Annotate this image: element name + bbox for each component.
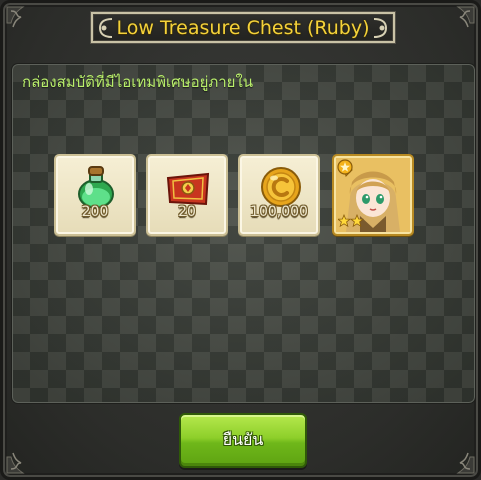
dialog-title: Low Treasure Chest (Ruby): [116, 16, 370, 39]
reward-item[interactable]: 200: [54, 154, 136, 236]
confirm-button-label: ยืนยัน: [222, 430, 264, 449]
title-plate: Low Treasure Chest (Ruby): [91, 12, 395, 43]
red-ticket-icon: [166, 172, 210, 206]
corner-ornament-icon: [6, 6, 25, 28]
confirm-button[interactable]: ยืนยัน: [179, 413, 307, 468]
gold-coin-icon: [261, 167, 301, 207]
reward-item[interactable]: 20: [146, 154, 228, 236]
reward-quantity: 200: [81, 204, 109, 220]
corner-ornament-icon: [6, 452, 25, 474]
corner-ornament-icon: [456, 452, 475, 474]
reward-dialog: Low Treasure Chest (Ruby) กล่องสมบัติที่…: [0, 0, 481, 480]
chest-description: กล่องสมบัติที่มีไอเทมพิเศษอยู่ภายใน: [22, 73, 254, 91]
element-badge-icon: [337, 159, 353, 175]
reward-list: 200 20 100,000: [54, 154, 415, 238]
reward-item[interactable]: 100,000: [238, 154, 320, 236]
star-rating-icon: [338, 214, 364, 228]
scroll-ornament-icon: [98, 18, 113, 38]
reward-quantity: 20: [178, 204, 196, 220]
reward-item[interactable]: [332, 154, 414, 236]
scroll-ornament-icon: [373, 18, 388, 38]
corner-ornament-icon: [456, 6, 475, 28]
reward-quantity: 100,000: [250, 204, 308, 220]
